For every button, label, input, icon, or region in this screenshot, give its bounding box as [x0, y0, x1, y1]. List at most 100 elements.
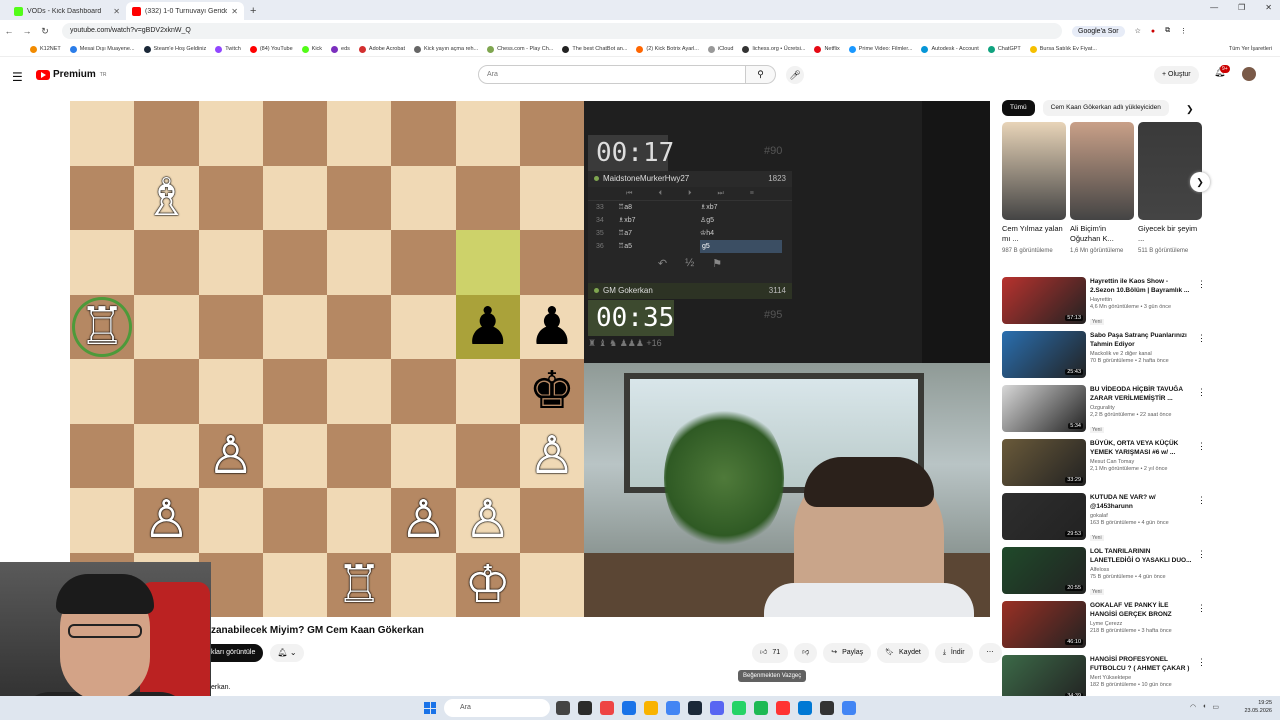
board-square[interactable]	[391, 165, 456, 230]
board-square[interactable]	[70, 488, 135, 553]
board-square[interactable]	[391, 423, 456, 488]
taskbar-app-icon[interactable]	[842, 701, 856, 715]
recommended-video[interactable]: 20:55 LOL TANRILARININ LANETLEDİĞİ O YASA…	[1002, 547, 1206, 599]
board-square[interactable]	[262, 359, 327, 424]
board-square[interactable]	[198, 294, 263, 359]
board-square[interactable]	[70, 165, 135, 230]
board-square[interactable]	[134, 230, 199, 295]
resign-flag-icon[interactable]: ⚑	[712, 257, 722, 270]
subscription-bell-button[interactable]: 🔔︎ ⌄	[270, 644, 304, 662]
board-square[interactable]	[70, 101, 135, 166]
board-square[interactable]	[70, 423, 135, 488]
browser-tab-1[interactable]: (332) 1-0 Turnuvayı Gerido ✕	[126, 2, 244, 20]
taskbar-app-icon[interactable]	[798, 701, 812, 715]
board-square[interactable]: ♖	[327, 552, 392, 617]
taskbar-app-icon[interactable]	[666, 701, 680, 715]
white-bishop-icon[interactable]: ♗	[143, 172, 190, 224]
board-square[interactable]	[327, 294, 392, 359]
board-square[interactable]	[391, 101, 456, 166]
board-square[interactable]	[327, 488, 392, 553]
puzzle-icon[interactable]: ⧉	[1165, 27, 1170, 35]
board-square[interactable]	[455, 230, 520, 295]
black-pawn-icon[interactable]: ♟	[464, 301, 511, 353]
board-square[interactable]	[198, 165, 263, 230]
move-row[interactable]: 33 ♖a8 ♗xb7	[588, 201, 792, 214]
close-tab-icon[interactable]: ✕	[231, 7, 238, 16]
white-pawn-icon[interactable]: ♙	[143, 494, 190, 546]
board-square[interactable]: ♙	[455, 488, 520, 553]
bookmark-item[interactable]: Netflix	[814, 45, 840, 53]
more-options-icon[interactable]: ⋮	[1197, 441, 1206, 452]
reload-icon[interactable]: ↻	[36, 26, 54, 37]
board-square[interactable]	[327, 101, 392, 166]
white-pawn-icon[interactable]: ♙	[400, 494, 447, 546]
board-square[interactable]	[327, 359, 392, 424]
taskbar-app-icon[interactable]	[644, 701, 658, 715]
board-square[interactable]	[262, 488, 327, 553]
board-square[interactable]	[455, 423, 520, 488]
bookmark-item[interactable]: The best ChatBot an...	[562, 45, 627, 53]
shorts-next-icon[interactable]: ❯	[1190, 172, 1210, 192]
board-square[interactable]	[262, 101, 327, 166]
bookmark-item[interactable]: (84) YouTube	[249, 45, 293, 53]
list-menu-icon[interactable]: ≡	[750, 187, 754, 200]
more-options-icon[interactable]: ⋮	[1197, 279, 1206, 290]
forward-icon[interactable]: →	[18, 26, 36, 36]
board-square[interactable]	[262, 165, 327, 230]
star-icon[interactable]: ☆	[1135, 27, 1141, 35]
clock-tray[interactable]: 19:25 23.05.2026	[1244, 699, 1272, 715]
board-square[interactable]: ♙	[519, 423, 584, 488]
close-tab-icon[interactable]: ✕	[113, 7, 120, 16]
black-king-icon[interactable]: ♚	[529, 365, 576, 417]
board-square[interactable]	[262, 294, 327, 359]
white-pawn-icon[interactable]: ♙	[464, 494, 511, 546]
board-square[interactable]	[519, 165, 584, 230]
board-square[interactable]: ♔	[455, 552, 520, 617]
volume-icon[interactable]: ◖	[1202, 703, 1206, 711]
description-fragment[interactable]: erkan.	[211, 684, 230, 691]
dislike-button[interactable]: 👎︎	[794, 643, 818, 663]
board-square[interactable]	[134, 423, 199, 488]
short-card[interactable]: Ali Biçim'in Oğuzhan K... 1,6 Mn görüntül…	[1070, 122, 1134, 255]
white-rook-icon[interactable]: ♖	[336, 559, 383, 611]
taskbar-app-icon[interactable]	[732, 701, 746, 715]
bookmark-item[interactable]: Adobe Acrobat	[358, 45, 405, 53]
board-square[interactable]	[455, 165, 520, 230]
create-button[interactable]: + Oluştur	[1154, 66, 1199, 84]
join-button[interactable]: kları görüntüle	[211, 644, 264, 662]
board-square[interactable]: ♗	[134, 165, 199, 230]
black-pawn-icon[interactable]: ♟	[529, 301, 576, 353]
recommended-video[interactable]: 29:53 KUTUDA NE VAR? w/ @1453harunn gokala…	[1002, 493, 1206, 545]
chip-all[interactable]: Tümü	[1002, 100, 1035, 116]
back-icon[interactable]: ←	[0, 26, 18, 36]
first-move-icon[interactable]: ⏮	[626, 187, 632, 200]
move-row[interactable]: 36 ♖a5 g5	[588, 240, 792, 253]
bookmark-item[interactable]: (2) Kick Botrix Ayarl...	[636, 45, 699, 53]
more-options-icon[interactable]: ⋮	[1197, 657, 1206, 668]
board-square[interactable]	[519, 101, 584, 166]
taskbar-app-icon[interactable]	[578, 701, 592, 715]
move-row[interactable]: 35 ♖a7 ♔h4	[588, 227, 792, 240]
more-options-icon[interactable]: ⋮	[1197, 387, 1206, 398]
board-square[interactable]	[262, 423, 327, 488]
short-card[interactable]: Cem Yılmaz yalan mı ... 987 B görüntüleme	[1002, 122, 1066, 255]
board-square[interactable]	[198, 101, 263, 166]
board-square[interactable]	[134, 101, 199, 166]
bookmark-item[interactable]: Chess.com - Play Ch...	[487, 45, 553, 53]
taskbar-app-icon[interactable]	[754, 701, 768, 715]
taskbar-app-icon[interactable]	[688, 701, 702, 715]
battery-icon[interactable]: ▭	[1212, 703, 1219, 711]
taskbar-app-icon[interactable]	[556, 701, 570, 715]
youtube-logo[interactable]: Premium TR	[36, 69, 106, 80]
taskbar-app-icon[interactable]	[622, 701, 636, 715]
board-square[interactable]	[519, 230, 584, 295]
share-button[interactable]: ↪ Paylaş	[823, 643, 872, 663]
chevron-right-icon[interactable]: ❯	[1186, 104, 1194, 115]
prev-move-icon[interactable]: ⏴	[658, 187, 662, 200]
board-square[interactable]: ♚	[519, 359, 584, 424]
bookmark-item[interactable]: Kick	[301, 45, 322, 53]
board-square[interactable]	[134, 294, 199, 359]
undo-icon[interactable]: ↶	[658, 257, 667, 270]
board-square[interactable]: ♙	[391, 488, 456, 553]
recommended-video[interactable]: 33:29 BÜYÜK, ORTA VEYA KÜÇÜK YEMEK YARIŞM…	[1002, 439, 1206, 491]
